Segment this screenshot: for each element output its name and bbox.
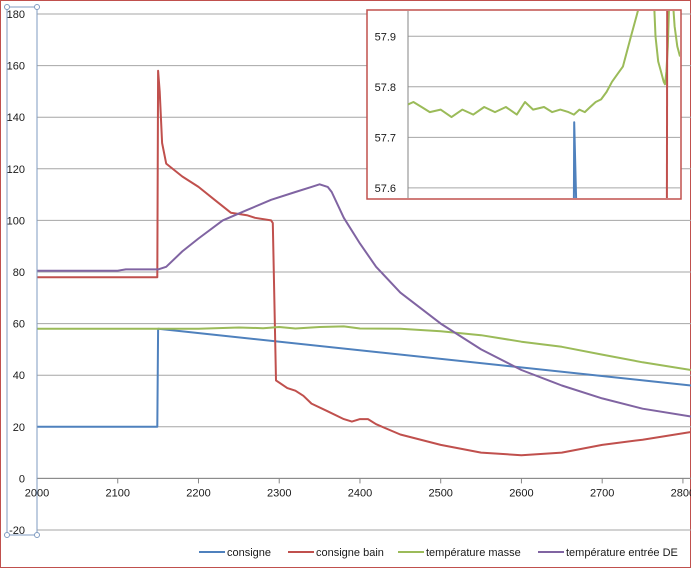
selection-handle[interactable] bbox=[4, 4, 10, 10]
y-tick-label: 20 bbox=[13, 422, 25, 434]
x-tick-label: 2100 bbox=[105, 487, 129, 499]
inset-y-tick-label: 57.7 bbox=[375, 132, 396, 144]
selection-handle[interactable] bbox=[34, 4, 40, 10]
legend-label-consigne: consigne bbox=[227, 547, 271, 559]
y-tick-label: 80 bbox=[13, 267, 25, 279]
selection-handle[interactable] bbox=[4, 532, 10, 538]
selection-handle[interactable] bbox=[34, 532, 40, 538]
legend: consigne consigne bain température masse te… bbox=[199, 547, 678, 559]
y-tick-label: 180 bbox=[7, 9, 25, 21]
y-tick-label: 100 bbox=[7, 215, 25, 227]
x-tick-label: 2700 bbox=[590, 487, 614, 499]
y-tick-label: 120 bbox=[7, 164, 25, 176]
x-tick-label: 2400 bbox=[348, 487, 372, 499]
inset-y-tick-label: 57.8 bbox=[375, 82, 396, 94]
legend-label-temperature-masse: température masse bbox=[426, 547, 521, 559]
chart-root: -20020406080100120140160180 2000 2100 2200… bbox=[0, 0, 691, 568]
legend-label-temperature-entree-de: température entrée DE bbox=[566, 547, 678, 559]
x-tick-label: 2600 bbox=[509, 487, 533, 499]
inset-y-tick-label: 57.9 bbox=[375, 31, 396, 43]
y-tick-label: 160 bbox=[7, 61, 25, 73]
y-tick-label: 0 bbox=[19, 473, 25, 485]
x-tick-label: 2800 bbox=[671, 487, 691, 499]
x-tick-label: 2500 bbox=[428, 487, 452, 499]
inset-y-tick-label: 57.6 bbox=[375, 183, 396, 195]
main-x-tick-labels: 200021002200230024002500260027002800 bbox=[25, 487, 691, 499]
x-tick-label: 2300 bbox=[267, 487, 291, 499]
legend-label-consigne-bain: consigne bain bbox=[316, 547, 384, 559]
x-tick-label: 2200 bbox=[186, 487, 210, 499]
y-tick-label: 140 bbox=[7, 112, 25, 124]
inset-chart: 57.6 57.7 57.8 57.9 bbox=[366, 9, 682, 200]
y-tick-label: 60 bbox=[13, 319, 25, 331]
y-tick-label: 40 bbox=[13, 370, 25, 382]
